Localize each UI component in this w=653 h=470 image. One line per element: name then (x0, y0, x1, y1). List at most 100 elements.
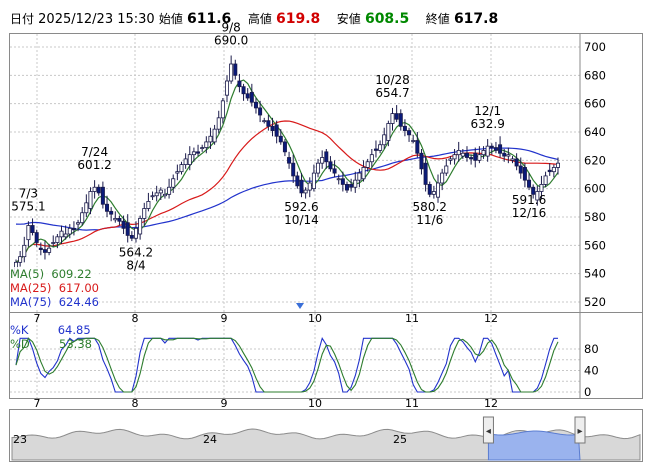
candle-up (142, 208, 147, 219)
candle-up (353, 179, 358, 188)
d-line (15, 337, 559, 393)
candle-down (514, 158, 519, 167)
month-tick-label: 12 (484, 397, 498, 410)
candle-down (129, 235, 134, 239)
candle-down (121, 220, 126, 229)
candle-up (225, 80, 230, 96)
annotation-top: 592.6 (284, 200, 318, 214)
annotation-bottom: 11/6 (416, 213, 443, 227)
candle-up (216, 117, 221, 130)
candle-up (208, 135, 213, 143)
candle-down (419, 152, 424, 170)
candle-down (196, 151, 201, 154)
candle-down (233, 63, 238, 76)
candle-down (278, 135, 283, 143)
candle-up (200, 147, 205, 149)
price-axis: 520 540 560 580 600 620 640 660 680 700 (584, 40, 606, 309)
month-tick-label: 11 (405, 397, 419, 410)
candle-down (547, 169, 552, 173)
price-annotations: 7/3575.17/24601.2564.28/49/8690.0592.610… (11, 21, 546, 273)
candle-down (299, 179, 304, 194)
candle-up (220, 100, 225, 119)
candle-down (266, 120, 271, 127)
navigator[interactable]: ◂ ▸ 23 24 25 (11, 416, 641, 461)
candle-up (51, 242, 56, 244)
annotation-bottom: 575.1 (11, 199, 45, 213)
d-legend: %D 53.38 (10, 337, 92, 351)
candle-up (55, 236, 60, 243)
candle-up (378, 144, 383, 151)
candle-up (133, 227, 138, 239)
k-legend: %K 64.85 (10, 323, 91, 337)
candle-up (444, 165, 449, 174)
k-line (15, 336, 558, 393)
candle-up (76, 222, 81, 225)
candle-up (431, 191, 436, 195)
candle-up (150, 195, 155, 198)
annotation-top: 12/1 (474, 104, 501, 118)
candle-up (477, 154, 482, 161)
candle-up (204, 141, 209, 148)
candle-down (473, 152, 478, 161)
candle-down (34, 232, 39, 243)
candle-down (498, 144, 503, 154)
candle-down (518, 165, 523, 174)
candle-up (138, 218, 143, 235)
candle-up (456, 150, 461, 156)
candle-up (80, 212, 85, 224)
candle-up (26, 225, 31, 241)
annotation-top: 564.2 (119, 246, 153, 260)
candle-down (332, 168, 337, 174)
candle-down (245, 93, 250, 99)
candle-up (436, 182, 441, 198)
stochastics-tick-label: 0 (584, 385, 591, 399)
candle-up (171, 178, 176, 188)
candle-down (274, 124, 279, 137)
candle-up (452, 154, 457, 160)
candle-down (328, 161, 333, 170)
candle-up (18, 256, 23, 263)
month-tick-label: 11 (405, 312, 419, 325)
candle-down (489, 145, 494, 148)
candle-down (415, 140, 420, 154)
candle-down (270, 125, 275, 131)
ma25-legend: MA(25) 617.00 (10, 281, 99, 295)
annotation-bottom: 654.7 (375, 86, 409, 100)
annotation-bottom: 632.9 (470, 117, 504, 131)
price-tick-label: 560 (584, 238, 606, 252)
month-tick-label: 10 (308, 397, 322, 410)
candle-down (522, 167, 527, 181)
candle-down (502, 152, 507, 157)
candle-up (212, 128, 217, 143)
stochastics-axis: 0 40 80 (584, 342, 599, 399)
month-tick-label: 9 (221, 312, 228, 325)
annotation-bottom: 12/16 (512, 206, 547, 220)
candle-up (179, 164, 184, 173)
candle-up (22, 244, 27, 258)
candle-down (71, 227, 76, 231)
price-tick-label: 660 (584, 97, 606, 111)
candle-up (506, 154, 511, 157)
candle-down (527, 179, 532, 188)
month-tick-label: 8 (132, 312, 139, 325)
candle-down (324, 151, 329, 163)
chart-canvas[interactable]: 7/3575.17/24601.2564.28/49/8690.0592.610… (0, 0, 653, 470)
candle-up (311, 172, 316, 190)
candle-down (464, 152, 469, 158)
price-tick-label: 520 (584, 295, 606, 309)
candle-up (357, 172, 362, 181)
candle-up (191, 151, 196, 156)
candle-up (158, 189, 163, 194)
candle-down (109, 210, 114, 215)
candle-down (394, 113, 399, 120)
candle-down (105, 203, 110, 212)
navigator-left-handle-icon: ◂ (486, 426, 491, 437)
candle-up (320, 157, 325, 164)
candle-up (183, 158, 188, 165)
candle-down (493, 147, 498, 151)
candle-up (336, 178, 341, 181)
annotation-bottom: 8/4 (126, 259, 145, 273)
candle-down (340, 178, 345, 185)
candle-up (411, 140, 416, 142)
candle-down (349, 184, 354, 188)
